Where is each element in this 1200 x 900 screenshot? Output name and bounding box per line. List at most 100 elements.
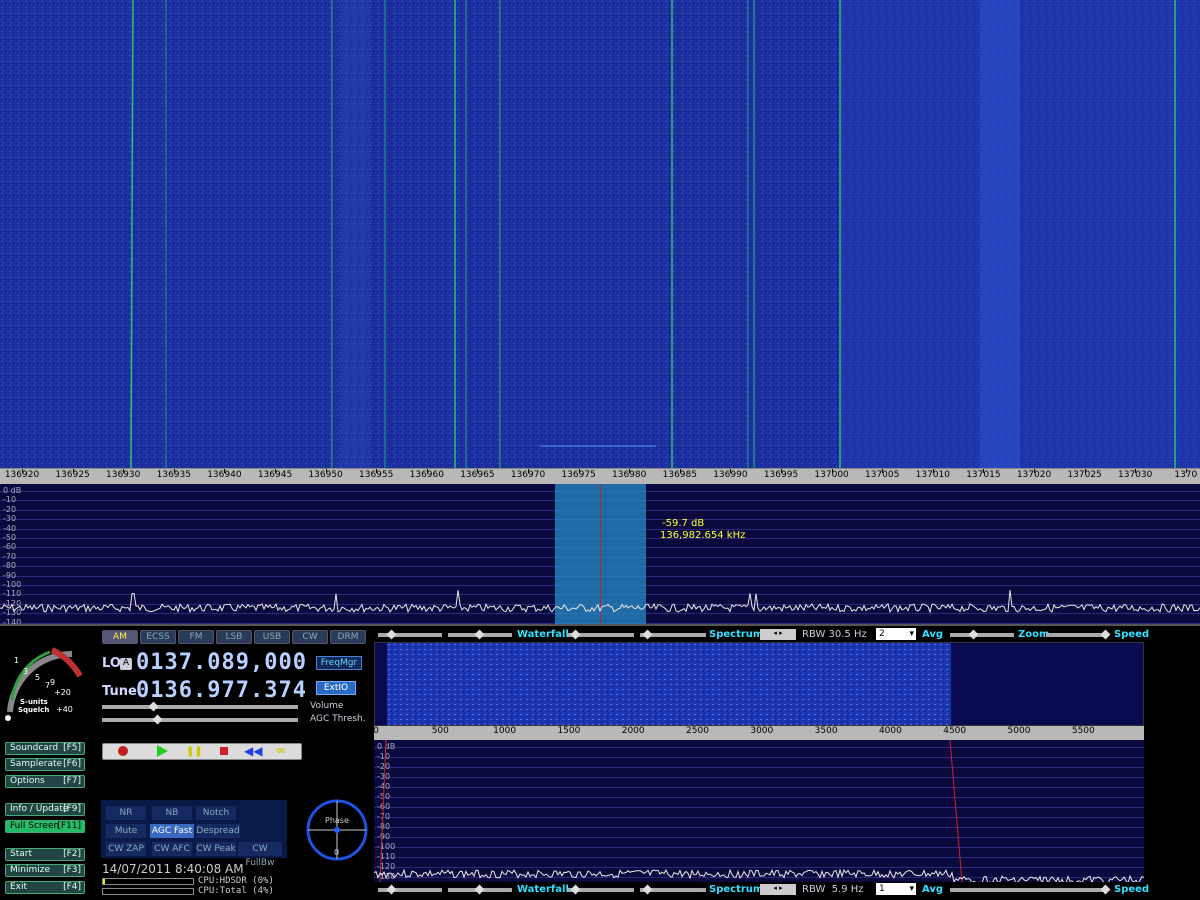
side-button-soundcard[interactable]: Soundcard [F5] [5, 742, 85, 755]
side-button-key: [F3] [63, 865, 81, 875]
mode-ecss-button[interactable]: ECSS [140, 630, 176, 644]
play-icon[interactable] [157, 745, 168, 757]
freq-tick-label: 136925 [55, 470, 90, 480]
speed-slider-bottom[interactable] [950, 888, 1108, 892]
lo-label: LO [102, 656, 121, 671]
freq-tick-label: 136930 [106, 470, 141, 480]
volume-slider[interactable] [102, 705, 298, 709]
marker-frequency: 136,982.654 kHz [660, 530, 746, 541]
mode-usb-button[interactable]: USB [254, 630, 290, 644]
smeter-tick-5: 5 [35, 673, 41, 682]
freq-tick-label: 136970 [510, 470, 546, 480]
lo-badge[interactable]: A [120, 658, 132, 670]
dsp-agc-fast-button[interactable]: AGC Fast [150, 824, 194, 838]
side-button-label: Info / Update [10, 804, 69, 814]
side-button-label: Start [10, 849, 32, 859]
dsp-nr-button[interactable]: NR [106, 806, 146, 820]
audio-freq-tick: 1500 [557, 726, 581, 736]
side-button-info-update[interactable]: Info / Update [F9] [5, 803, 85, 816]
rbw-stepper-bottom[interactable]: ◂ ▸ [760, 884, 796, 895]
chevron-down-icon: ▾ [909, 629, 914, 639]
freq-tick-label: 136945 [257, 470, 293, 480]
volume-label: Volume [310, 701, 344, 711]
avg-label-bottom: Avg [922, 884, 944, 895]
cpu-hdsdr-text: CPU:HDSDR (0%) [198, 876, 274, 886]
dsp-notch-button[interactable]: Notch [196, 806, 236, 820]
dsp-cw-fullbw-button[interactable]: CW FullBw [238, 842, 282, 868]
mode-am-button[interactable]: AM [102, 630, 138, 644]
cpu-total-bar [102, 888, 194, 895]
dsp-cw-zap-button[interactable]: CW ZAP [106, 842, 146, 856]
lo-frequency[interactable]: 0137.089,000 [136, 650, 307, 675]
freq-tick-label: 137005 [865, 470, 900, 480]
loop-icon[interactable]: ∞ [276, 743, 286, 757]
rbw-stepper-top[interactable]: ◂ ▸ [760, 629, 796, 640]
side-button-key: [F7] [63, 776, 81, 786]
record-icon[interactable] [118, 746, 128, 756]
marker-level: -59.7 dB [662, 518, 705, 529]
side-button-full-screen[interactable]: Full Screen [F11] [5, 820, 85, 833]
freq-tick-label: 137010 [915, 470, 950, 480]
dsp-nb-button[interactable]: NB [152, 806, 192, 820]
audio-frequency-axis[interactable]: 0 500 1000 1500 2000 2500 3000 3500 4000 4500 5000… [373, 726, 1144, 740]
freq-tick-label: 137000 [814, 470, 849, 480]
side-button-exit[interactable]: Exit [F4] [5, 881, 85, 894]
freq-tick-label: 136960 [409, 470, 444, 480]
avg-value-bottom: 1 [879, 884, 885, 894]
audio-waterfall[interactable] [374, 642, 1144, 726]
side-button-key: [F11] [57, 821, 81, 831]
side-button-options[interactable]: Options [F7] [5, 775, 85, 788]
rewind-icon[interactable]: ◀◀ [244, 744, 262, 758]
spectrum-label-bottom: Spectrum [709, 884, 764, 895]
freq-tick-label: 136985 [662, 470, 697, 480]
dsp-cw-peak-button[interactable]: CW Peak [196, 842, 236, 856]
stop-icon[interactable] [220, 747, 228, 755]
audio-freq-tick: 4500 [943, 726, 967, 736]
freq-tick-label: 137030 [1118, 470, 1153, 480]
audio-freq-tick: 500 [431, 726, 449, 736]
freq-tick-label: 136995 [763, 470, 799, 480]
avg-dropdown-top[interactable]: 2 ▾ [876, 628, 916, 640]
freq-tick-label: 137015 [966, 470, 1001, 480]
side-button-label: Exit [10, 882, 28, 892]
dsp-cw-afc-button[interactable]: CW AFC [152, 842, 192, 856]
smeter-label-sunits: S-units [20, 698, 48, 706]
main-waterfall[interactable] [0, 0, 1200, 468]
zoom-label: Zoom [1018, 629, 1050, 640]
mode-lsb-button[interactable]: LSB [216, 630, 252, 644]
phase-label: Phase [325, 816, 349, 825]
freq-tick-label: 136975 [561, 470, 596, 480]
frequency-axis[interactable]: 136920 136925 136930 136935 136940 136945 1369… [0, 468, 1200, 484]
side-button-label: Samplerate [10, 759, 63, 769]
extio-button[interactable]: ExtIO [316, 681, 356, 695]
audio-freq-tick: 3500 [814, 726, 838, 736]
side-button-key: [F9] [63, 804, 81, 814]
freq-tick-label: 136990 [713, 470, 748, 480]
dsp-mute-button[interactable]: Mute [106, 824, 146, 838]
mode-selector: AM ECSS FM LSB USB CW DRM [102, 630, 372, 646]
tune-frequency[interactable]: 0136.977.374 [136, 678, 307, 703]
audio-spectrum-trace [374, 740, 1144, 882]
smeter-label-squelch[interactable]: Squelch [18, 706, 49, 714]
dsp-despread-button[interactable]: Despread [196, 824, 240, 838]
mode-fm-button[interactable]: FM [178, 630, 214, 644]
zoom-slider-a[interactable] [950, 633, 1014, 637]
mode-drm-button[interactable]: DRM [330, 630, 366, 644]
freqmgr-button[interactable]: FreqMgr [316, 656, 362, 670]
pause-icon[interactable]: ❚❚ [186, 746, 203, 757]
side-button-start[interactable]: Start [F2] [5, 848, 85, 861]
speed-slider-top[interactable] [1046, 633, 1108, 637]
side-button-label: Full Screen [10, 821, 60, 831]
freq-tick-label: 136920 [4, 470, 40, 480]
freq-tick-label: 137020 [1016, 470, 1052, 480]
freq-tick-label: 136980 [612, 470, 647, 480]
side-button-samplerate[interactable]: Samplerate [F6] [5, 758, 85, 771]
side-button-minimize[interactable]: Minimize [F3] [5, 864, 85, 877]
audio-freq-tick: 4000 [878, 726, 902, 736]
avg-dropdown-bottom[interactable]: 1 ▾ [876, 883, 916, 895]
freq-tick-label: 136965 [460, 470, 495, 480]
side-button-key: [F2] [63, 849, 81, 859]
mode-cw-button[interactable]: CW [292, 630, 328, 644]
freq-tick-label: 136940 [207, 470, 242, 480]
agc-threshold-slider[interactable] [102, 718, 298, 722]
